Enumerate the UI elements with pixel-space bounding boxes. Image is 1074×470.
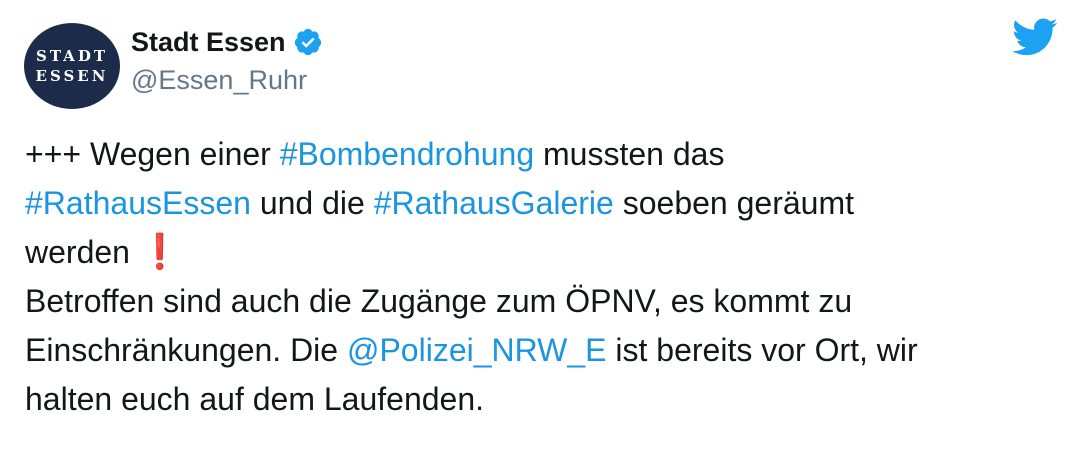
avatar-logo-line-1: STADT: [36, 47, 108, 65]
tweet-text-segment: mussten das: [534, 136, 725, 172]
verified-badge-icon: [294, 28, 321, 56]
handle[interactable]: @Essen_Ruhr: [131, 65, 323, 96]
tweet-text-segment: soeben geräumt: [613, 185, 854, 221]
tweet-text-segment: halten euch auf dem Laufenden.: [25, 381, 485, 417]
tweet-text-segment: ist bereits vor Ort, wir: [606, 332, 918, 368]
tweet-line-3: werden ❗: [25, 228, 1055, 277]
tweet-text-segment: werden: [25, 234, 139, 270]
tweet-line-2: #RathausEssen und die #RathausGalerie so…: [25, 179, 1055, 228]
display-name-row: Stadt Essen: [131, 23, 323, 61]
tweet-line-4: Betroffen sind auch die Zugänge zum ÖPNV…: [25, 277, 1055, 326]
avatar[interactable]: STADT ESSEN: [24, 23, 120, 109]
tweet-line-6: halten euch auf dem Laufenden.: [25, 375, 1055, 424]
tweet-text-segment: +++ Wegen einer: [25, 136, 280, 172]
tweet-line-1: +++ Wegen einer #Bombendrohung mussten d…: [25, 130, 1055, 179]
hashtag-link-rathausessen[interactable]: #RathausEssen: [25, 185, 251, 221]
author-info: Stadt Essen @Essen_Ruhr: [131, 23, 323, 96]
avatar-logo-line-2: ESSEN: [35, 67, 109, 85]
tweet-line-5: Einschränkungen. Die @Polizei_NRW_E ist …: [25, 326, 1055, 375]
tweet-text-segment: Betroffen sind auch die Zugänge zum ÖPNV…: [25, 283, 853, 319]
hashtag-link-rathausgalerie[interactable]: #RathausGalerie: [374, 185, 614, 221]
tweet-card: STADT ESSEN Stadt Essen @Essen_Ruhr +++ …: [0, 0, 1074, 470]
tweet-text-segment: Einschränkungen. Die: [25, 332, 347, 368]
display-name[interactable]: Stadt Essen: [131, 27, 286, 58]
mention-link-polizei-nrw-e[interactable]: @Polizei_NRW_E: [347, 332, 607, 368]
tweet-text: +++ Wegen einer #Bombendrohung mussten d…: [25, 130, 1055, 424]
twitter-bird-icon[interactable]: [1010, 17, 1058, 57]
hashtag-link-bombendrohung[interactable]: #Bombendrohung: [280, 136, 534, 172]
exclamation-emoji-icon: ❗: [138, 233, 182, 271]
tweet-text-segment: und die: [250, 185, 374, 221]
